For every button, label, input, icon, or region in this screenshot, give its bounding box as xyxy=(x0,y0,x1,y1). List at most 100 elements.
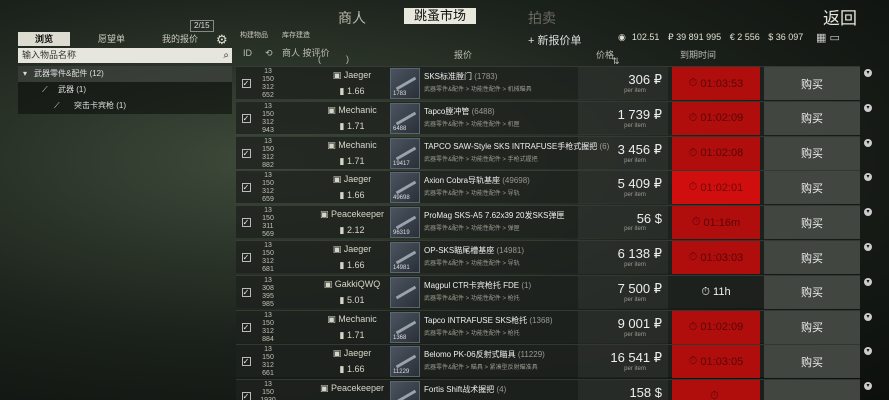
buy-button[interactable]: 购买 xyxy=(764,101,860,135)
offer-row[interactable]: ✓ 13 150 312 681 ▣ Jaeger ▮ 1.66 14981 O… xyxy=(236,240,872,274)
seller-cell[interactable]: ▣ Jaeger ▮ 1.66 xyxy=(302,241,402,274)
search-icon[interactable]: ⌕ xyxy=(223,48,229,63)
expand-icon[interactable]: ▾ xyxy=(864,173,872,182)
buy-button[interactable]: 购买 xyxy=(764,206,860,240)
item-cell[interactable]: 18363 Fortis Shift战术握把 (4) xyxy=(390,380,574,400)
item-image[interactable]: 14981 xyxy=(390,242,420,273)
checkbox[interactable]: ✓ xyxy=(241,392,251,400)
item-image[interactable]: 18363 xyxy=(390,381,420,400)
build-item-label[interactable]: 构建物品 xyxy=(240,30,268,40)
row-checkbox-cell[interactable]: ✓ xyxy=(236,311,256,344)
checkbox[interactable]: ✓ xyxy=(241,148,251,158)
add-offer-button[interactable]: + 新报价单 xyxy=(528,32,581,48)
buy-button[interactable]: 购买 xyxy=(764,67,860,100)
item-image[interactable]: 96319 xyxy=(390,207,420,239)
column-offer[interactable]: 报价 xyxy=(454,48,472,61)
item-cell[interactable]: 6488 Tapco膛冲管 (6488) 武器零件&配件 > 功能性配件 > 机… xyxy=(390,102,574,135)
item-image[interactable]: 19417 xyxy=(390,137,420,169)
expand-icon[interactable]: ▾ xyxy=(864,347,872,356)
expand-icon[interactable]: ▾ xyxy=(864,277,872,286)
offer-row[interactable]: ✓ 13 150 312 661 ▣ Jaeger ▮ 1.66 11229 B… xyxy=(236,344,872,379)
tree-item-weapon-parts[interactable]: ▾ 武器零件&配件 (12) xyxy=(18,66,232,82)
item-cell[interactable]: 1368 Tapco INTRAFUSE SKS枪托 (1368) 武器零件&配… xyxy=(390,311,574,344)
item-cell[interactable]: Magpul CTR卡宾枪托 FDE (1) 武器零件&配件 > 功能性配件 >… xyxy=(390,276,574,309)
checkbox[interactable]: ✓ xyxy=(241,79,251,88)
tree-item-assault-carbines[interactable]: ⟋ 突击卡宾枪 (1) xyxy=(18,98,232,114)
seller-cell[interactable]: ▣ Peacekeeper ▮ xyxy=(302,380,402,400)
tree-item-weapons[interactable]: ⟋ 武器 (1) xyxy=(18,82,232,98)
tab-auction[interactable]: 拍卖 xyxy=(528,8,556,28)
checkbox[interactable]: ✓ xyxy=(241,287,251,297)
offer-row[interactable]: ✓ 13 150 312 659 ▣ Jaeger ▮ 1.66 49698 A… xyxy=(236,170,872,205)
item-name[interactable]: ProMag SKS-A5 7.62x39 20发SKS弹匣 xyxy=(424,211,565,220)
item-cell[interactable]: 49698 Axion Cobra导轨基座 (49698) 武器零件&配件 > … xyxy=(390,171,574,204)
item-cell[interactable]: 14981 OP-SKS瞄尾槽基座 (14981) 武器零件&配件 > 功能性配… xyxy=(390,241,574,274)
seller-cell[interactable]: ▣ Mechanic ▮ 1.71 xyxy=(302,102,402,135)
grid-view-icon[interactable]: ▦ xyxy=(816,32,826,44)
checkbox[interactable]: ✓ xyxy=(241,253,251,262)
expand-icon[interactable]: ▾ xyxy=(864,312,872,321)
seller-cell[interactable]: ▣ Mechanic ▮ 1.71 xyxy=(302,311,402,344)
column-seller-rating[interactable]: 商人 按评价 xyxy=(282,46,330,59)
refresh-icon[interactable]: ⟲ xyxy=(265,48,273,59)
buy-button[interactable] xyxy=(764,380,860,400)
tab-flea-market[interactable]: 跳蚤市场 xyxy=(404,8,477,24)
item-name[interactable]: Tapco膛冲管 xyxy=(424,107,469,116)
row-checkbox-cell[interactable]: ✓ xyxy=(236,171,256,204)
seller-cell[interactable]: ▣ GakkiQWQ ▮ 5.01 xyxy=(302,276,402,309)
item-image[interactable]: 11229 xyxy=(390,346,420,378)
row-checkbox-cell[interactable]: ✓ xyxy=(236,380,256,400)
row-checkbox-cell[interactable]: ✓ xyxy=(236,206,256,239)
checkbox[interactable]: ✓ xyxy=(241,357,251,367)
item-cell[interactable]: 19417 TAPCO SAW-Style SKS INTRAFUSE手枪式握把… xyxy=(390,137,609,170)
item-name[interactable]: Tapco INTRAFUSE SKS枪托 xyxy=(424,316,527,325)
tab-my-offers[interactable]: 我的报价 xyxy=(162,32,198,46)
seller-cell[interactable]: ▣ Mechanic ▮ 1.71 xyxy=(302,137,402,170)
seller-cell[interactable]: ▣ Jaeger ▮ 1.66 xyxy=(302,171,402,204)
buy-button[interactable]: 购买 xyxy=(764,171,860,205)
item-image[interactable]: 6488 xyxy=(390,102,420,134)
expand-icon[interactable]: ▾ xyxy=(864,138,872,147)
gear-icon[interactable]: ⚙ xyxy=(216,32,228,48)
item-name[interactable]: TAPCO SAW-Style SKS INTRAFUSE手枪式握把 xyxy=(424,142,597,151)
offer-row[interactable]: ✓ 13 150 312 882 ▣ Mechanic ▮ 1.71 19417… xyxy=(236,135,872,170)
offer-row[interactable]: ✓ 13 308 395 985 ▣ GakkiQWQ ▮ 5.01 Magpu… xyxy=(236,274,872,309)
row-checkbox-cell[interactable]: ✓ xyxy=(236,276,256,309)
item-cell[interactable]: 11229 Belomo PK-06反射式瞄具 (11229) 武器零件&配件 … xyxy=(390,345,574,378)
buy-button[interactable]: 购买 xyxy=(764,275,860,309)
expand-icon[interactable]: ▾ xyxy=(864,69,872,77)
item-image[interactable] xyxy=(390,276,420,308)
back-button[interactable]: 返回 xyxy=(823,4,857,29)
item-name[interactable]: Magpul CTR卡宾枪托 FDE xyxy=(424,281,519,290)
expand-icon[interactable]: ▾ xyxy=(864,103,872,112)
buy-button[interactable]: 购买 xyxy=(764,310,860,344)
row-checkbox-cell[interactable]: ✓ xyxy=(236,67,256,100)
expand-icon[interactable]: ▾ xyxy=(864,208,872,217)
item-image[interactable]: 1783 xyxy=(390,68,420,99)
column-expiry[interactable]: 到期时间 xyxy=(680,48,716,61)
offer-row[interactable]: ✓ 13 150 311 569 ▣ Peacekeeper ▮ 2.12 96… xyxy=(236,205,872,240)
checkbox[interactable]: ✓ xyxy=(241,218,251,228)
row-checkbox-cell[interactable]: ✓ xyxy=(236,241,256,274)
tab-traders[interactable]: 商人 xyxy=(338,8,366,28)
row-checkbox-cell[interactable]: ✓ xyxy=(236,345,256,378)
checkbox[interactable]: ✓ xyxy=(241,113,251,123)
item-name[interactable]: Belomo PK-06反射式瞄具 xyxy=(424,350,516,359)
item-name[interactable]: Fortis Shift战术握把 xyxy=(424,385,494,394)
expand-icon[interactable]: ▾ xyxy=(864,382,872,391)
search-input[interactable]: 输入物品名称 ⌕ xyxy=(18,48,232,63)
chat-icon[interactable]: ▭ xyxy=(829,32,839,44)
tab-browse[interactable]: 浏览 xyxy=(18,32,70,46)
buy-button[interactable]: 购买 xyxy=(764,136,860,170)
offer-row[interactable]: ✓ 13 150 312 943 ▣ Mechanic ▮ 1.71 6488 … xyxy=(236,100,872,135)
item-cell[interactable]: 96319 ProMag SKS-A5 7.62x39 20发SKS弹匣 武器零… xyxy=(390,206,574,239)
offer-row[interactable]: ✓ 13 150 312 884 ▣ Mechanic ▮ 1.71 1368 … xyxy=(236,309,872,344)
item-image[interactable]: 1368 xyxy=(390,311,420,343)
offer-row[interactable]: ✓ 13 150 1930 ▣ Peacekeeper ▮ 18363 Fort… xyxy=(236,379,872,400)
checkbox[interactable]: ✓ xyxy=(241,322,251,332)
item-cell[interactable]: 1783 SKS标准膛门 (1783) 武器零件&配件 > 功能性配件 > 机械… xyxy=(390,67,574,100)
item-name[interactable]: OP-SKS瞄尾槽基座 xyxy=(424,246,494,255)
buy-button[interactable]: 购买 xyxy=(764,345,860,379)
stock-build-label[interactable]: 库存建造 xyxy=(282,30,310,40)
buy-button[interactable]: 购买 xyxy=(764,241,860,274)
